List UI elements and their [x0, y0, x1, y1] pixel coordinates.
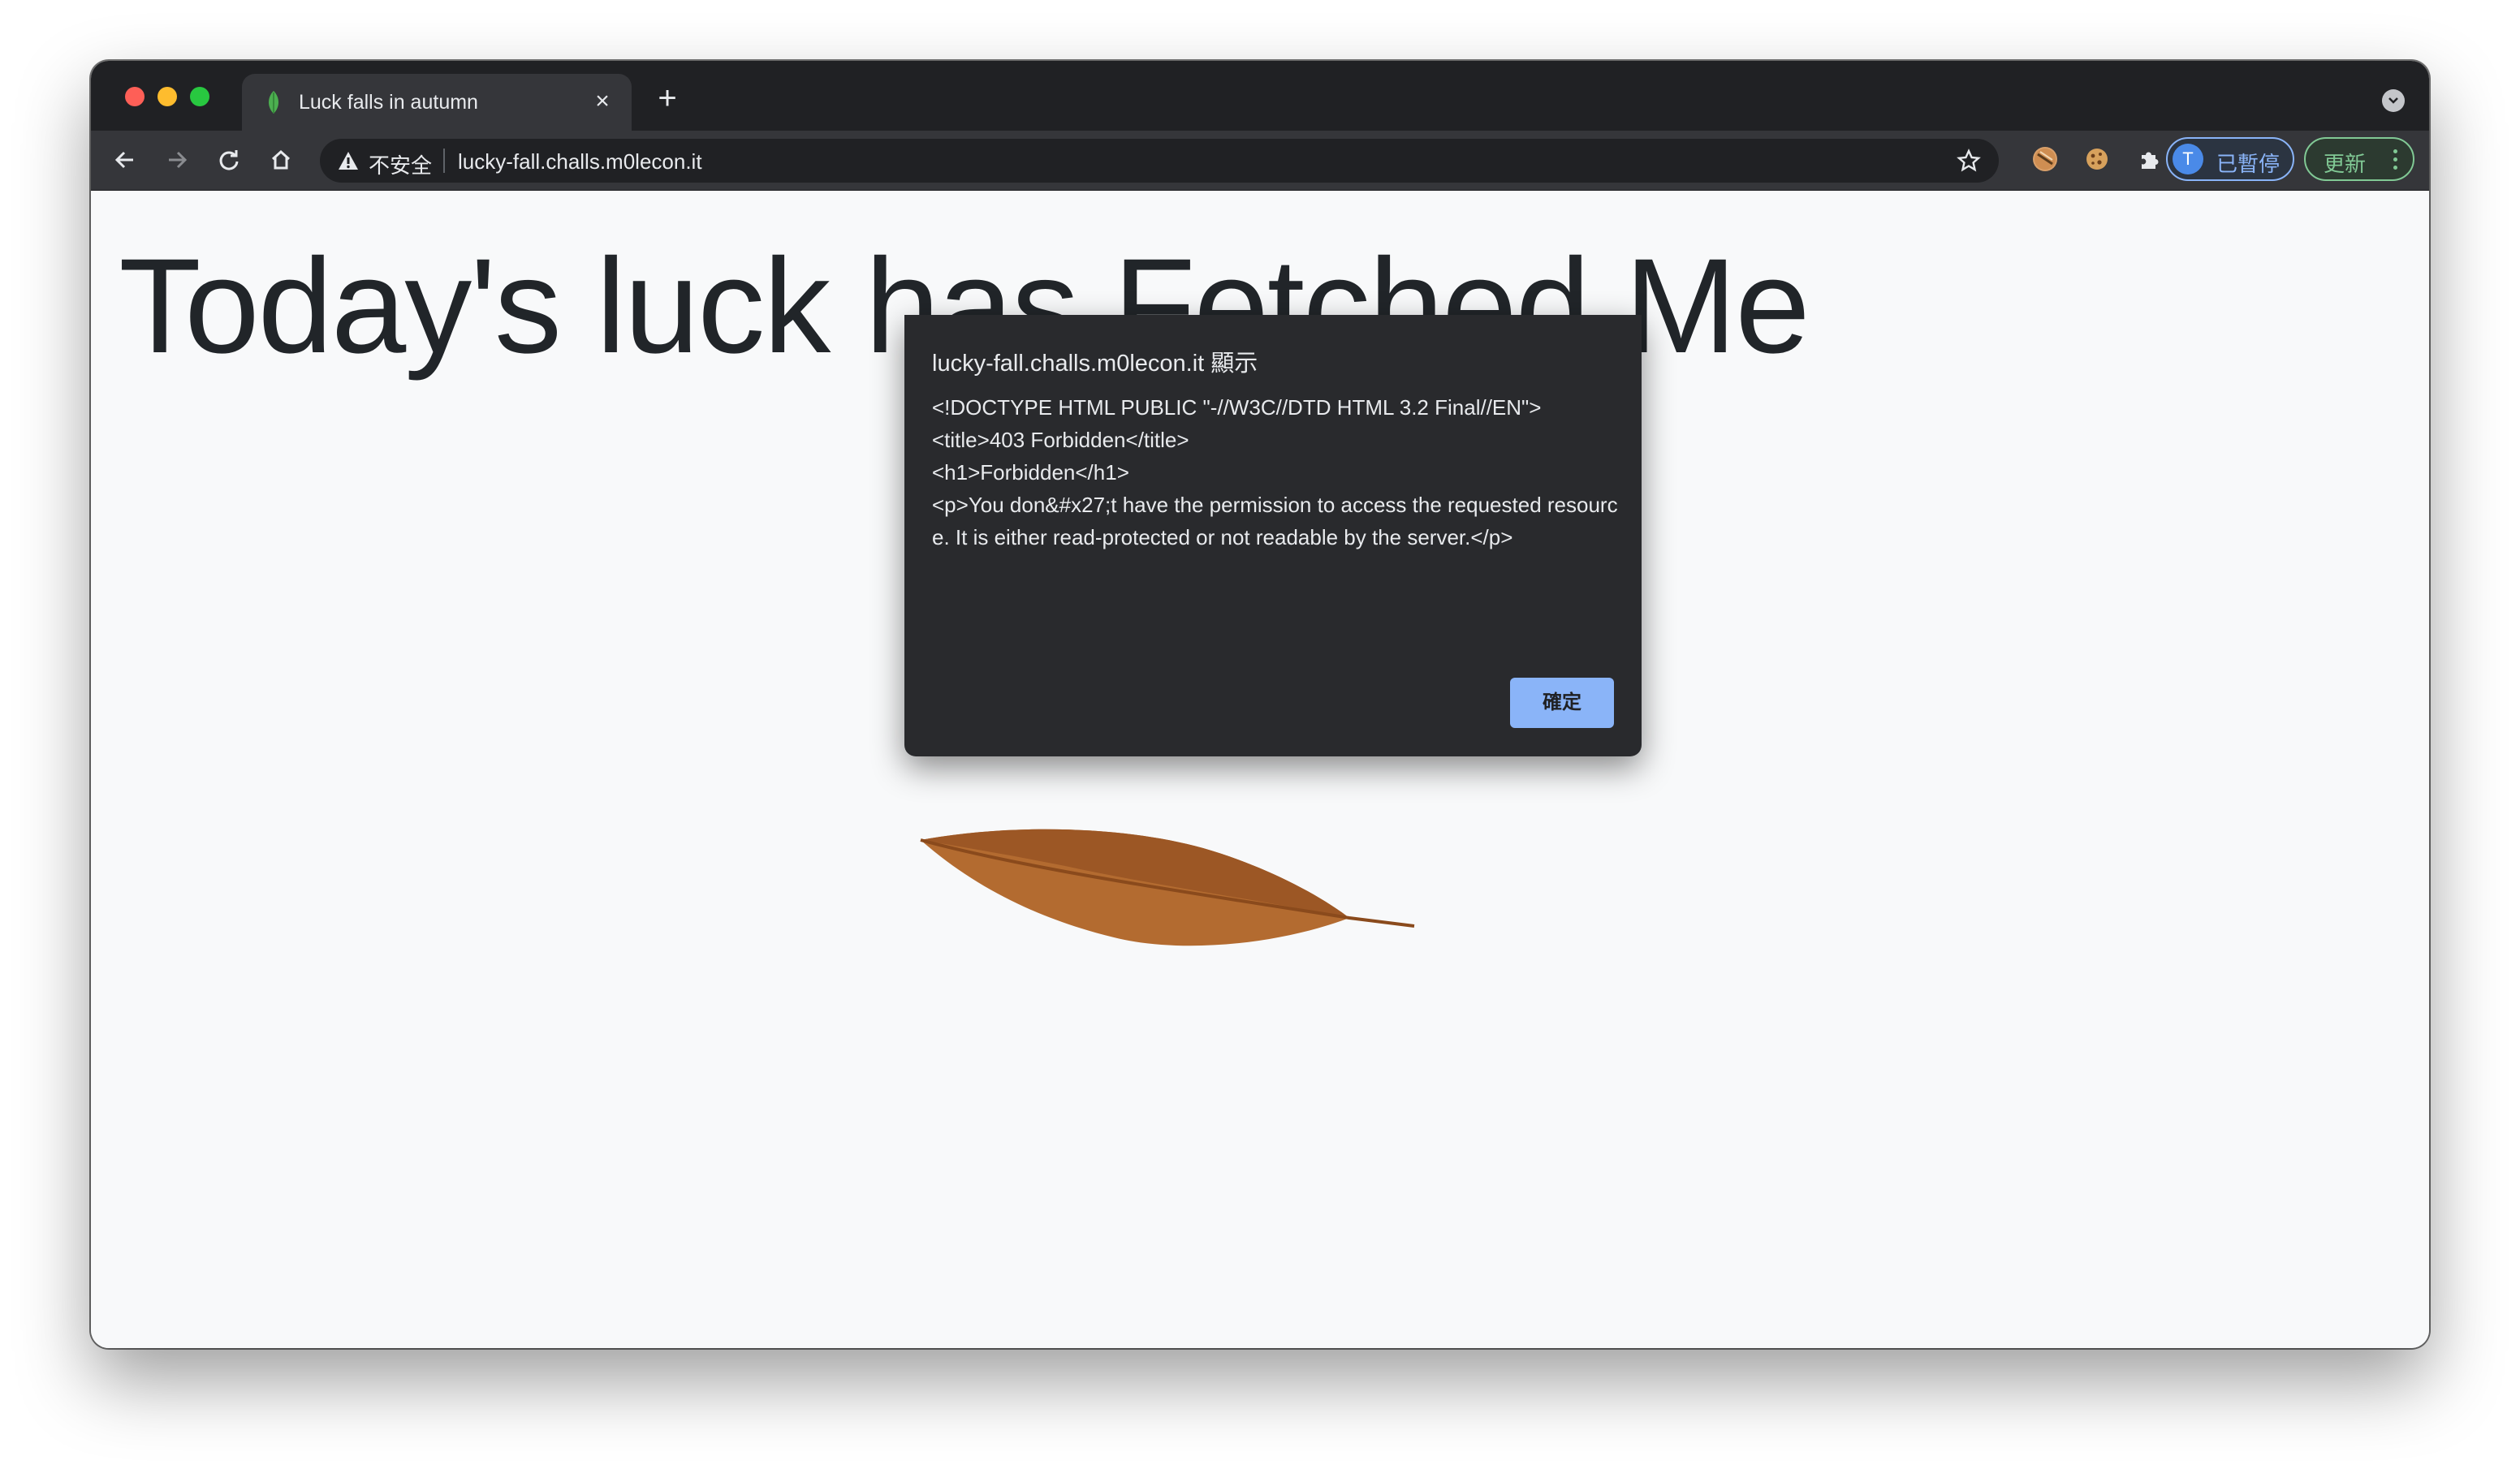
- tab-close-button[interactable]: ×: [588, 87, 617, 116]
- avatar: T: [2173, 144, 2203, 174]
- tab-title: Luck falls in autumn: [299, 91, 478, 114]
- security-status-label[interactable]: 不安全: [369, 149, 432, 179]
- more-menu-icon: [2393, 149, 2398, 172]
- back-button[interactable]: [107, 142, 143, 178]
- address-bar[interactable]: 不安全 lucky-fall.challs.m0lecon.it: [320, 139, 1999, 183]
- browser-window: Luck falls in autumn × + 不安全 lucky-fall.…: [91, 61, 2429, 1348]
- alert-dialog: lucky-fall.challs.m0lecon.it 顯示 <!DOCTYP…: [904, 315, 1642, 756]
- tab-strip: Luck falls in autumn × +: [91, 61, 2429, 131]
- forward-button[interactable]: [159, 142, 195, 178]
- reload-button[interactable]: [211, 142, 247, 178]
- home-icon: [271, 149, 291, 170]
- forward-arrow-icon: [169, 151, 188, 169]
- new-tab-button[interactable]: +: [651, 82, 684, 116]
- page-content: Today's luck has Fetched Me lucky-fall.c…: [91, 191, 2429, 1348]
- maximize-window-button[interactable]: [190, 87, 209, 106]
- tab-search-icon[interactable]: [2382, 89, 2405, 112]
- puzzle-icon[interactable]: [2137, 147, 2161, 171]
- url-text[interactable]: lucky-fall.challs.m0lecon.it: [458, 149, 702, 174]
- leaf-favicon-icon: [269, 91, 278, 114]
- update-label: 更新: [2324, 152, 2367, 176]
- dialog-title: lucky-fall.challs.m0lecon.it 顯示: [932, 351, 1258, 377]
- omnibox-divider: [443, 149, 445, 173]
- profile-button[interactable]: T 已暫停: [2166, 137, 2294, 181]
- back-arrow-icon: [114, 151, 133, 169]
- falling-leaf-image: [920, 829, 1415, 946]
- browser-toolbar: 不安全 lucky-fall.challs.m0lecon.it T 已暫停 更…: [91, 131, 2429, 191]
- dialog-message: <!DOCTYPE HTML PUBLIC "-//W3C//DTD HTML …: [932, 395, 1618, 549]
- profile-status-label: 已暫停: [2216, 152, 2281, 176]
- star-icon[interactable]: [1957, 149, 1981, 173]
- home-button[interactable]: [263, 142, 299, 178]
- ok-button[interactable]: 確定: [1510, 678, 1614, 728]
- extension-icon[interactable]: [2033, 147, 2057, 171]
- close-window-button[interactable]: [125, 87, 145, 106]
- update-button[interactable]: 更新: [2304, 137, 2414, 181]
- reload-icon: [219, 150, 239, 170]
- minimize-window-button[interactable]: [158, 87, 177, 106]
- cookie-icon[interactable]: [2085, 147, 2109, 171]
- tab-active[interactable]: Luck falls in autumn ×: [242, 74, 632, 131]
- warning-icon: [339, 152, 358, 170]
